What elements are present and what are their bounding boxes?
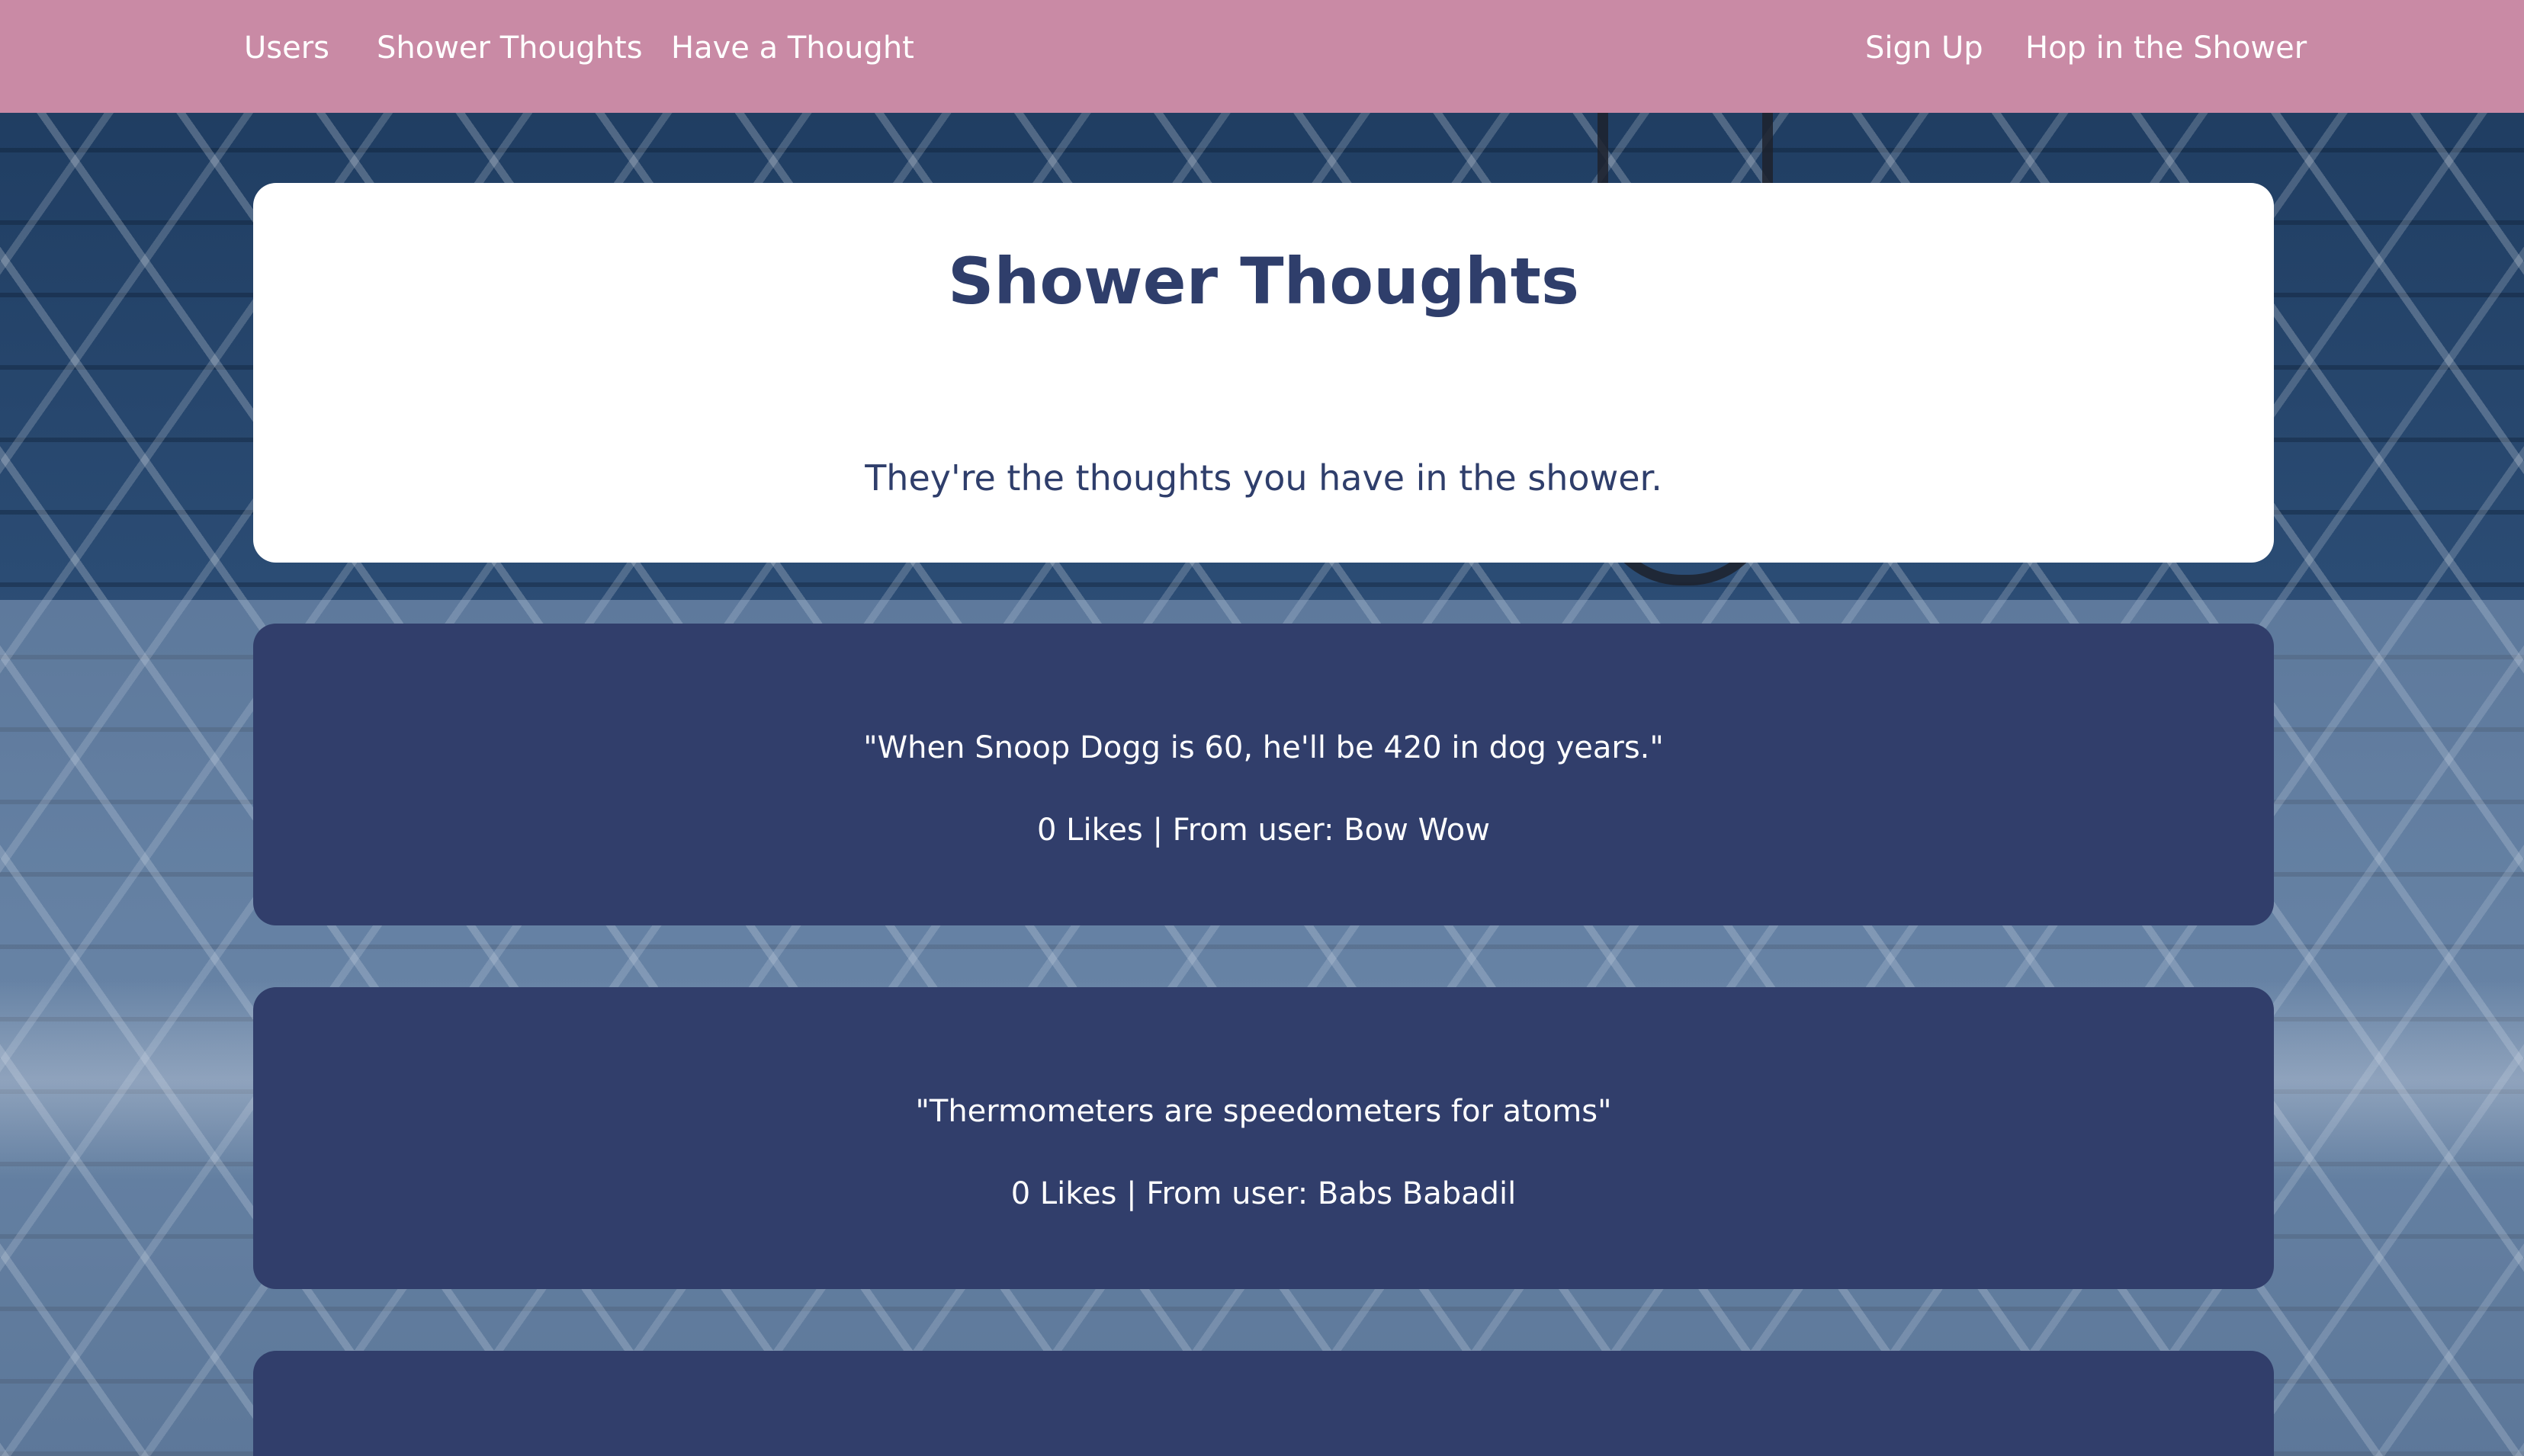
thought-meta: 0 Likes | From user: Bow Wow: [1037, 813, 1490, 848]
thought-card: "Thermometers are speedometers for atoms…: [253, 987, 2274, 1289]
thought-card: "When Snoop Dogg is 60, he'll be 420 in …: [253, 624, 2274, 925]
nav-link-sign-up[interactable]: Sign Up: [1865, 30, 1983, 66]
thought-meta: 0 Likes | From user: Babs Babadil: [1010, 1176, 1517, 1211]
thought-text: "Thermometers are speedometers for atoms…: [915, 1094, 1612, 1129]
nav-link-hop-in-the-shower[interactable]: Hop in the Shower: [2025, 30, 2307, 66]
nav-link-have-a-thought[interactable]: Have a Thought: [671, 30, 914, 66]
page-title: Shower Thoughts: [948, 244, 1579, 319]
page-subtitle: They're the thoughts you have in the sho…: [865, 457, 1662, 499]
nav-link-shower-thoughts[interactable]: Shower Thoughts: [377, 30, 643, 66]
hero-card: Shower Thoughts They're the thoughts you…: [253, 183, 2274, 563]
navbar: Users Shower Thoughts Have a Thought Sig…: [0, 0, 2524, 113]
thought-text: "When Snoop Dogg is 60, he'll be 420 in …: [863, 730, 1664, 765]
thought-card-partial: [253, 1351, 2274, 1456]
nav-link-users[interactable]: Users: [244, 30, 329, 66]
